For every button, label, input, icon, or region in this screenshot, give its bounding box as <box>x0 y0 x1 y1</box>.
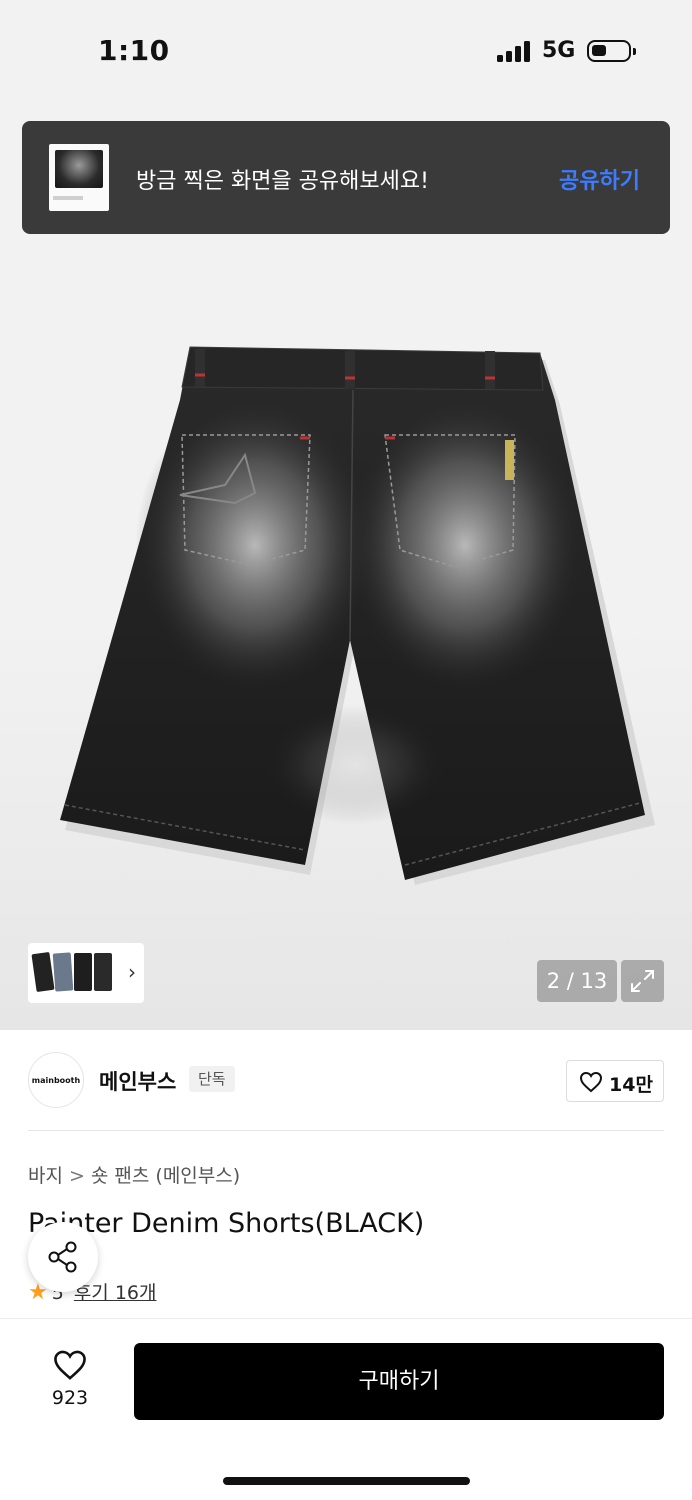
expand-icon <box>631 970 654 992</box>
buy-button[interactable]: 구매하기 <box>134 1343 664 1420</box>
thumbnail-strip[interactable]: › <box>28 943 144 1003</box>
brand-like-count: 14만 <box>609 1074 653 1096</box>
review-link[interactable]: 후기 16개 <box>74 1282 157 1304</box>
bottom-action-bar: 923 구매하기 <box>0 1318 692 1500</box>
hero-area: 1:10 5G 방금 찍은 화면을 공유해보세요! 공유하기 › 2 / 13 <box>0 0 692 1030</box>
share-action-button[interactable]: 공유하기 <box>559 163 640 195</box>
gallery-page-counter: 2 / 13 <box>537 960 617 1002</box>
heart-icon <box>579 1071 603 1093</box>
heart-icon <box>54 1350 86 1380</box>
network-label: 5G <box>542 38 576 63</box>
brand-row: mainbooth 메인부스 단독 14만 <box>0 1030 692 1130</box>
home-indicator[interactable] <box>223 1477 470 1485</box>
share-icon <box>48 1241 77 1273</box>
share-message: 방금 찍은 화면을 공유해보세요! <box>136 169 429 194</box>
share-button[interactable] <box>28 1222 98 1292</box>
brand-like-button[interactable]: 14만 <box>566 1060 664 1102</box>
battery-icon <box>587 40 636 62</box>
signal-icon <box>497 40 533 62</box>
breadcrumb-separator: > <box>68 1165 85 1187</box>
brand-name[interactable]: 메인부스 <box>99 1066 176 1096</box>
brand-logo[interactable]: mainbooth <box>28 1052 84 1108</box>
exclusive-badge: 단독 <box>189 1066 235 1092</box>
expand-button[interactable] <box>621 960 664 1002</box>
status-time: 1:10 <box>98 34 170 67</box>
wishlist-count: 923 <box>51 1387 89 1409</box>
status-bar: 1:10 5G <box>0 0 692 100</box>
product-image[interactable] <box>55 345 655 890</box>
breadcrumb-subcategory[interactable]: 숏 팬츠 (메인부스) <box>91 1165 240 1187</box>
screenshot-thumbnail[interactable] <box>49 144 109 211</box>
breadcrumb: 바지 > 숏 팬츠 (메인부스) <box>28 1161 240 1188</box>
breadcrumb-category[interactable]: 바지 <box>28 1165 63 1187</box>
wishlist-button[interactable]: 923 <box>40 1349 100 1409</box>
share-screenshot-banner: 방금 찍은 화면을 공유해보세요! 공유하기 <box>22 121 670 234</box>
chevron-right-icon: › <box>128 960 136 984</box>
divider <box>28 1130 664 1131</box>
